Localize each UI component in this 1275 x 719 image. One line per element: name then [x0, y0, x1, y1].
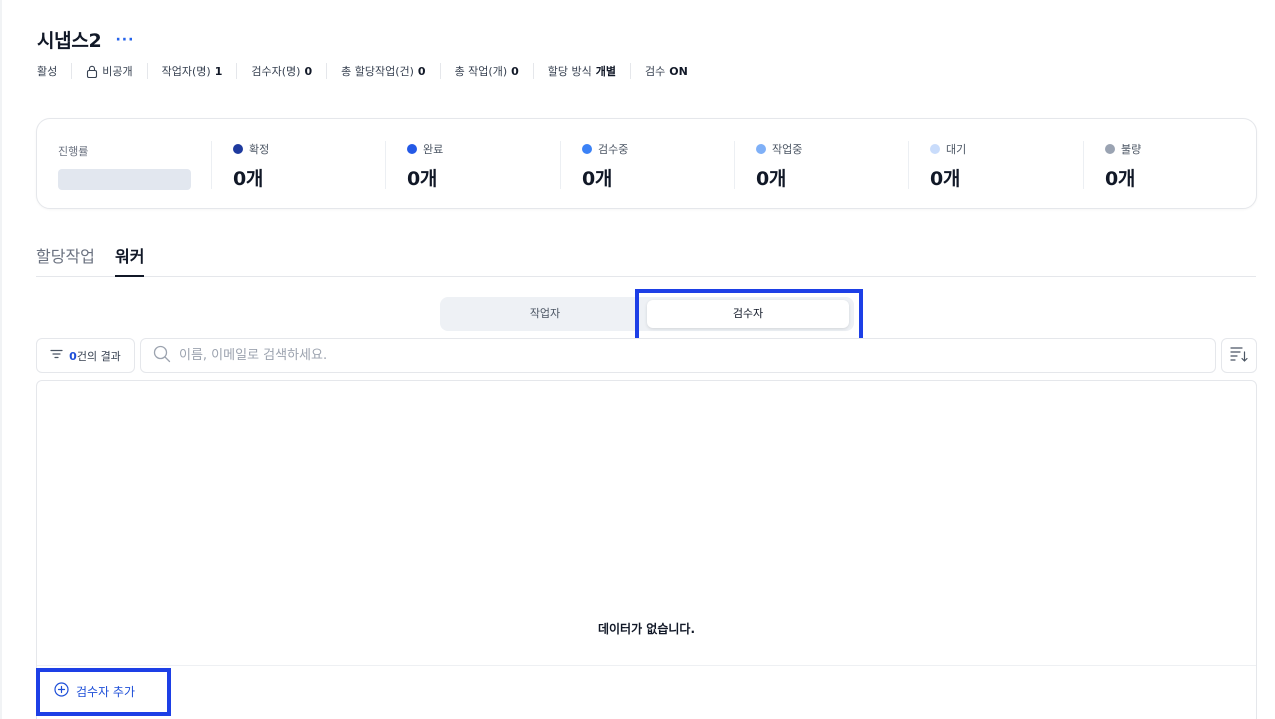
- progress-stats-card: 진행률 확정 0개 완료 0개 검수중 0개 작업중 0개 대기 0개 불량 0…: [36, 118, 1257, 209]
- search-box: [140, 338, 1216, 373]
- project-title: 시냅스2: [37, 30, 102, 52]
- project-meta-row: 활성 비공개 작업자(명) 1 검수자(명) 0 총 할당작업(건) 0 총 작업(개…: [37, 61, 688, 81]
- meta-divider: [71, 63, 73, 79]
- meta-divider: [532, 63, 534, 79]
- result-count: 0: [69, 349, 77, 363]
- status-dot-icon: [756, 144, 766, 154]
- tab-workers[interactable]: 워커: [115, 244, 145, 277]
- reviewer-table: 데이터가 없습니다.: [36, 380, 1257, 719]
- more-options-icon[interactable]: ···: [115, 32, 134, 48]
- plus-circle-icon: [54, 682, 69, 700]
- meta-divider: [439, 63, 441, 79]
- filter-icon: [50, 349, 63, 362]
- add-reviewer-button[interactable]: 검수자 추가: [54, 682, 135, 700]
- segment-reviewer[interactable]: 검수자: [647, 300, 849, 328]
- tab-assigned-tasks[interactable]: 할당작업: [36, 244, 95, 277]
- total-tasks-count: 총 작업(개) 0: [454, 64, 519, 79]
- main-tabs: 할당작업 워커: [36, 244, 1256, 277]
- status-text: 활성: [37, 65, 58, 78]
- filter-button[interactable]: 0건의 결과: [36, 338, 135, 373]
- stat-working: 작업중 0개: [734, 141, 802, 190]
- meta-divider: [236, 63, 238, 79]
- assign-method: 할당 방식 개별: [547, 65, 617, 78]
- status-dot-icon: [407, 144, 417, 154]
- reviewers-count: 검수자(명) 0: [251, 64, 313, 79]
- stat-defective: 불량 0개: [1083, 141, 1141, 190]
- status-dot-icon: [582, 144, 592, 154]
- stat-confirmed: 확정 0개: [211, 141, 269, 190]
- stat-completed: 완료 0개: [385, 141, 443, 190]
- meta-divider: [146, 63, 148, 79]
- lock-icon: [86, 65, 98, 78]
- segment-worker[interactable]: 작업자: [443, 300, 647, 328]
- meta-divider: [630, 63, 632, 79]
- role-segmented-control: 작업자 검수자: [440, 297, 854, 331]
- stat-waiting: 대기 0개: [908, 141, 966, 190]
- table-footer-divider: [37, 665, 1256, 666]
- stat-reviewing: 검수중 0개: [560, 141, 628, 190]
- status-dot-icon: [930, 144, 940, 154]
- sort-button[interactable]: [1221, 338, 1257, 373]
- project-header: 시냅스2 ···: [37, 26, 134, 53]
- sort-icon: [1230, 346, 1248, 366]
- search-input[interactable]: [179, 348, 1179, 363]
- status-dot-icon: [1105, 144, 1115, 154]
- visibility-text: 비공개: [86, 63, 133, 79]
- left-panel-edge: [0, 0, 2, 719]
- review-setting: 검수 ON: [645, 64, 688, 79]
- progress-bar: [58, 169, 191, 190]
- add-reviewer-label: 검수자 추가: [76, 684, 136, 699]
- search-icon: [153, 345, 171, 367]
- progress-label: 진행률: [58, 145, 89, 158]
- total-assign-count: 총 할당작업(건) 0: [341, 64, 426, 79]
- status-dot-icon: [233, 144, 243, 154]
- meta-divider: [326, 63, 328, 79]
- workers-count: 작업자(명) 1: [161, 64, 223, 79]
- progress-block: 진행률: [58, 143, 191, 190]
- result-suffix: 건의 결과: [76, 349, 121, 363]
- empty-state-message: 데이터가 없습니다.: [597, 622, 696, 636]
